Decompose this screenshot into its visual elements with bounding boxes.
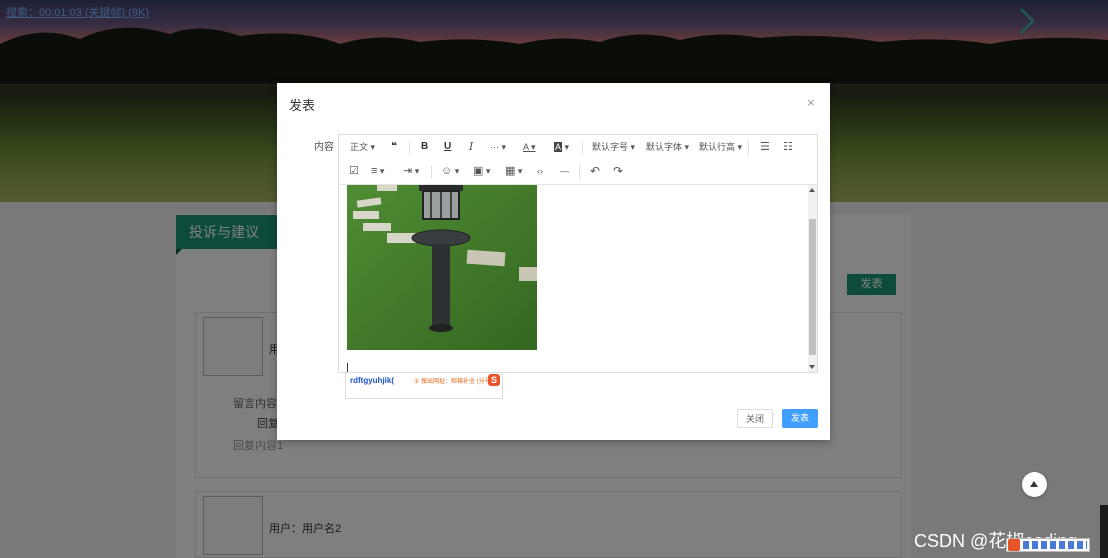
content-label: 内容	[314, 142, 334, 153]
indent-dropdown[interactable]: ⇥ ▾	[403, 161, 419, 181]
bold-button[interactable]: B	[421, 137, 428, 157]
more-style-dropdown[interactable]: ··· ▾	[490, 137, 506, 157]
scroll-down-icon[interactable]	[809, 365, 815, 369]
todo-icon[interactable]: ☑	[349, 161, 359, 181]
window-edge	[1100, 505, 1108, 558]
sogou-icon[interactable]	[1008, 539, 1020, 551]
redo-icon[interactable]: ↷	[613, 161, 623, 181]
line-height-dropdown[interactable]: 默认行高 ▾	[699, 137, 742, 157]
font-size-dropdown[interactable]: 默认字号 ▾	[592, 137, 635, 157]
garden-lamp-image	[347, 185, 537, 350]
dialog-title: 发表	[289, 98, 316, 113]
rich-text-editor: 正文 ▾ ❝ B U I ··· ▾ A ▾ A ▾ 默认字号 ▾ 默认字体 ▾…	[338, 134, 818, 373]
toolbar-divider	[579, 165, 580, 179]
editor-content-area[interactable]	[339, 185, 808, 373]
emoji-icon[interactable]: ☺ ▾	[441, 161, 459, 181]
sogou-logo-icon[interactable]: S	[488, 374, 500, 386]
ime-toolbar[interactable]	[1006, 538, 1090, 552]
back-to-top-icon[interactable]	[1022, 472, 1047, 497]
bg-color-button[interactable]: A ▾	[554, 137, 569, 157]
font-color-button[interactable]: A ▾	[523, 137, 536, 157]
scroll-up-icon[interactable]	[809, 188, 815, 192]
image-icon[interactable]: ▣ ▾	[473, 161, 490, 181]
toolbar-divider	[582, 141, 583, 155]
quote-icon[interactable]: ❝	[391, 137, 397, 157]
post-dialog: 发表 × 内容 正文 ▾ ❝ B U I ··· ▾ A ▾ A ▾ 默认字号 …	[277, 83, 830, 440]
numbered-list-icon[interactable]: ☷	[783, 137, 793, 157]
ime-candidate-popup: rdftgyuhjik( ① 搜出网址：邮箱补全 (分号) S	[345, 372, 503, 399]
editor-scrollbar[interactable]	[808, 185, 817, 372]
undo-icon[interactable]: ↶	[590, 161, 600, 181]
scroll-thumb[interactable]	[809, 219, 816, 355]
toolbar-divider	[409, 141, 410, 155]
font-family-dropdown[interactable]: 默认字体 ▾	[646, 137, 689, 157]
toolbar-divider	[748, 141, 749, 155]
divider-icon[interactable]: —	[560, 161, 569, 181]
align-dropdown[interactable]: ≡ ▾	[371, 161, 384, 181]
close-button[interactable]: 关闭	[737, 409, 773, 428]
bullet-list-icon[interactable]: ☰	[760, 137, 770, 157]
ime-hint: ① 搜出网址：邮箱补全 (分号)	[414, 379, 493, 385]
paragraph-dropdown[interactable]: 正文 ▾	[350, 137, 375, 157]
italic-button[interactable]: I	[469, 137, 473, 157]
table-icon[interactable]: ▦ ▾	[505, 161, 522, 181]
ime-input-text: rdftgyuhjik(	[350, 376, 394, 385]
close-icon[interactable]: ×	[807, 95, 815, 110]
code-icon[interactable]: ‹›	[537, 161, 543, 181]
editor-toolbar: 正文 ▾ ❝ B U I ··· ▾ A ▾ A ▾ 默认字号 ▾ 默认字体 ▾…	[339, 135, 817, 185]
underline-button[interactable]: U	[444, 137, 451, 157]
publish-button[interactable]: 发表	[782, 409, 818, 428]
toolbar-divider	[431, 165, 432, 179]
ime-tool-icons[interactable]	[1023, 541, 1087, 549]
